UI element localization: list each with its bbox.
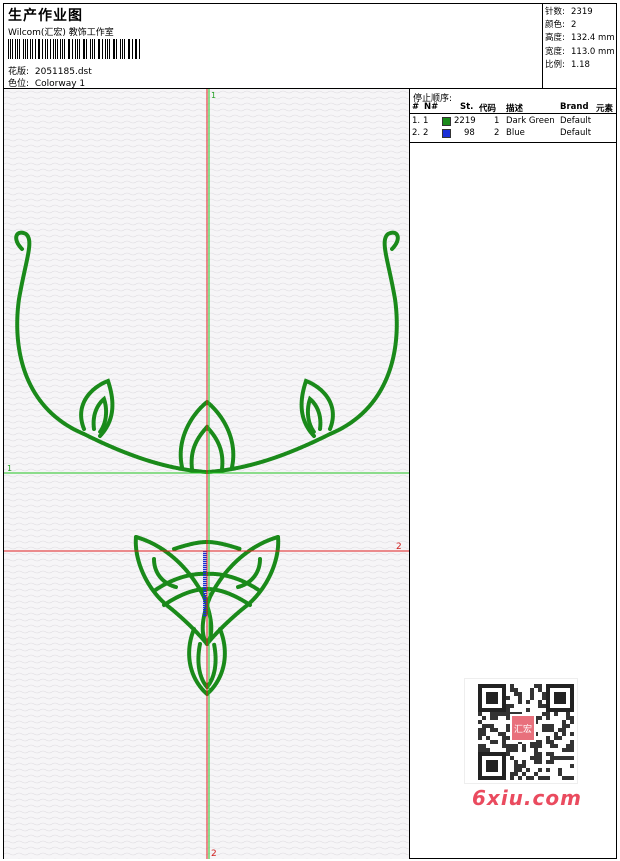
qr-code-icon: 汇宏 bbox=[478, 684, 574, 780]
stat-colors: 颜色: 2 bbox=[545, 19, 616, 32]
col-desc: 描述 bbox=[506, 104, 524, 114]
qr-code-watermark: 汇宏 bbox=[464, 678, 578, 784]
stat-width: 宽度: 113.0 mm bbox=[545, 46, 616, 59]
barcode-bar bbox=[109, 39, 110, 59]
barcode-bar bbox=[116, 39, 118, 59]
row-stitches: 2219 bbox=[454, 116, 476, 126]
guide-label-v2: 2 bbox=[211, 849, 217, 859]
barcode-bar bbox=[8, 39, 9, 59]
row-n: 1 bbox=[423, 116, 429, 126]
stop-row[interactable]: 1. 1 2219 1 Dark Green Default bbox=[410, 116, 616, 128]
stat-label: 宽度: bbox=[545, 46, 565, 57]
colorway-info: 色位: Colorway 1 bbox=[8, 76, 85, 89]
stat-value: 1.18 bbox=[571, 59, 590, 70]
col-element: 元素 bbox=[596, 104, 614, 114]
barcode-bar bbox=[97, 39, 99, 59]
barcode-bar bbox=[22, 39, 24, 59]
color-swatch bbox=[442, 117, 451, 126]
barcode-bar bbox=[60, 39, 61, 59]
guide-label-h2: 2 bbox=[396, 542, 402, 552]
barcode-bar bbox=[41, 39, 43, 59]
barcode-bar bbox=[90, 39, 92, 59]
color-swatch bbox=[442, 129, 451, 138]
stat-label: 颜色: bbox=[545, 20, 565, 31]
design-canvas[interactable]: 1 1 2 2 bbox=[4, 89, 410, 859]
colorway-label: 色位: bbox=[8, 79, 30, 89]
row-n: 2 bbox=[423, 128, 429, 138]
stop-sequence-header: # N# St. 代码 描述 Brand 元素 bbox=[410, 102, 616, 114]
barcode-bar bbox=[52, 39, 54, 59]
row-desc: Dark Green bbox=[506, 116, 555, 126]
barcode-bar bbox=[31, 39, 33, 59]
sheet-header: 生产作业图 Wilcom(汇宏) 教饰工作室 花版: 2051185.dst 色… bbox=[4, 4, 616, 89]
stop-row[interactable]: 2. 2 98 2 Blue Default bbox=[410, 128, 616, 140]
stat-label: 比例: bbox=[545, 59, 565, 70]
row-num: 2. bbox=[412, 128, 421, 138]
guide-label-v1: 1 bbox=[211, 91, 216, 100]
row-code: 1 bbox=[494, 116, 500, 126]
barcode-bar bbox=[136, 39, 137, 59]
row-code: 2 bbox=[494, 128, 500, 138]
guide-label-h1: 1 bbox=[7, 464, 12, 473]
row-num: 1. bbox=[412, 116, 421, 126]
barcode-bar bbox=[138, 39, 140, 59]
col-code: 代码 bbox=[479, 104, 497, 114]
barcode-bar bbox=[105, 39, 106, 59]
col-stitches: St. bbox=[460, 102, 474, 112]
stat-height: 高度: 132.4 mm bbox=[545, 32, 616, 45]
colorway-value: Colorway 1 bbox=[34, 79, 86, 89]
col-brand: Brand bbox=[560, 102, 589, 112]
embroidery-preview: 1 1 2 2 bbox=[4, 89, 409, 859]
stat-value: 2 bbox=[571, 20, 577, 31]
stats-panel: 针数: 2319 颜色: 2 高度: 132.4 mm 宽度: 113.0 mm 比例:… bbox=[542, 4, 616, 89]
row-desc: Blue bbox=[506, 128, 525, 138]
col-n: N# bbox=[424, 102, 439, 112]
col-num: # bbox=[412, 102, 420, 112]
barcode-bar bbox=[64, 39, 66, 59]
row-brand: Default bbox=[560, 116, 592, 126]
company-name: Wilcom(汇宏) 教饰工作室 bbox=[8, 28, 114, 38]
stat-value: 2319 bbox=[571, 7, 593, 17]
stat-label: 针数: bbox=[545, 7, 565, 17]
barcode-bar bbox=[15, 39, 16, 59]
barcode-bar bbox=[45, 39, 47, 59]
stat-ratio: 比例: 1.18 bbox=[545, 59, 616, 72]
barcode-bar bbox=[128, 39, 130, 59]
stat-value: 132.4 mm bbox=[571, 33, 615, 44]
barcode-bar bbox=[76, 39, 78, 59]
barcode bbox=[8, 39, 143, 59]
site-watermark-logo: 6xiu.com bbox=[472, 786, 582, 810]
barcode-bar bbox=[86, 39, 88, 59]
barcode-bar bbox=[121, 39, 123, 59]
stat-stitches: 针数: 2319 bbox=[545, 6, 616, 19]
stat-value: 113.0 mm bbox=[571, 46, 615, 57]
svg-text:汇宏: 汇宏 bbox=[514, 723, 532, 735]
page-title: 生产作业图 bbox=[8, 8, 83, 24]
barcode-bar bbox=[71, 39, 73, 59]
stop-sequence-panel: 停止顺序: # N# St. 代码 描述 Brand 元素 1. 1 2219 … bbox=[410, 89, 616, 143]
barcode-bar bbox=[30, 39, 31, 59]
row-brand: Default bbox=[560, 128, 592, 138]
row-stitches: 98 bbox=[464, 128, 475, 138]
stat-label: 高度: bbox=[545, 33, 565, 44]
